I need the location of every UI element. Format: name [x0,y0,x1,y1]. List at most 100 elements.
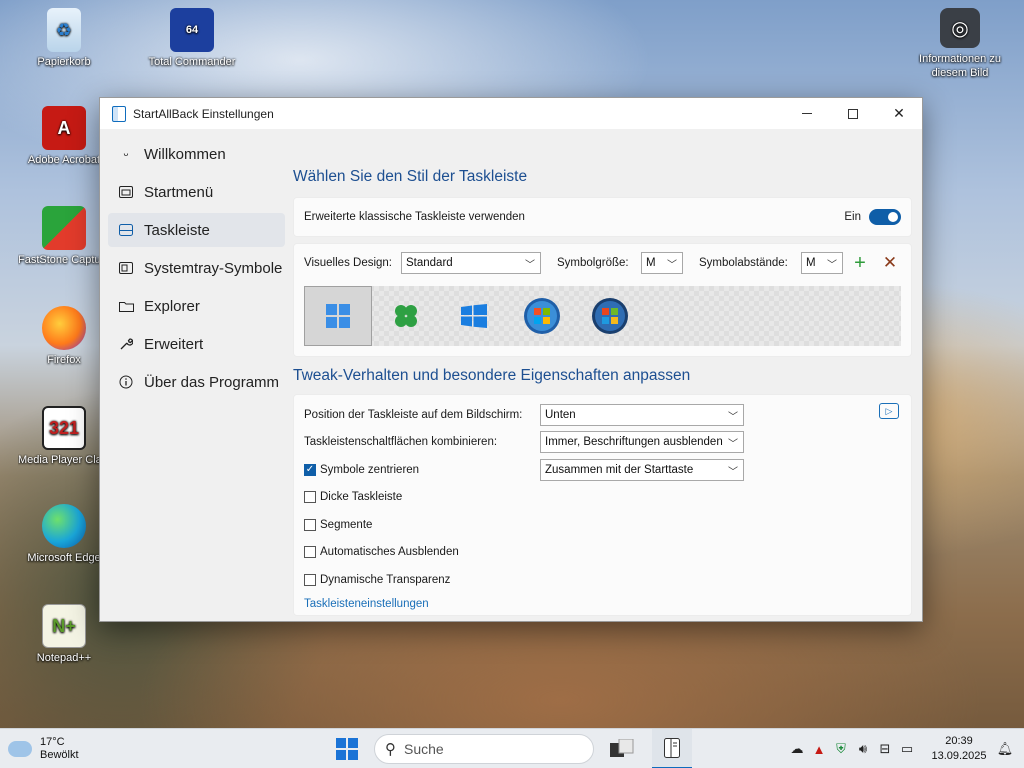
video-help-button[interactable]: ▷ [879,403,899,419]
notification-bell-icon[interactable]: 🔔︎ [994,741,1016,757]
style-option-vista[interactable] [576,286,644,346]
sidebar-item-taskleiste[interactable]: Taskleiste [108,213,285,247]
close-icon: ✕ [882,253,898,272]
sidebar-item-systemtray[interactable]: Systemtray-Symbole [108,251,285,285]
desktop-icon-label: Total Commander [148,56,236,68]
chevron-down-icon: ﹀ [827,260,837,271]
desktop-icon-firefox[interactable]: Firefox [18,306,110,366]
desktop-icon-image-info[interactable]: ◎ Informationen zu diesem Bild [914,8,1006,80]
display-icon[interactable]: ▭ [896,741,918,757]
autohide-checkbox[interactable] [304,546,316,559]
volume-icon[interactable]: 🔊︎ [852,741,874,757]
sidebar-item-ueber[interactable]: Über das Programm [108,365,285,399]
close-button[interactable]: ✕ [876,98,922,129]
icon-size-select[interactable]: M ﹀ [641,252,683,274]
visual-design-select[interactable]: Standard ﹀ [401,252,541,274]
icon-spacing-select[interactable]: M ﹀ [801,252,843,274]
segments-checkbox[interactable] [304,518,316,531]
center-icons-checkbox[interactable]: ✓ [304,463,316,476]
vista-orb-icon [592,298,628,334]
sidebar-item-erweitert[interactable]: Erweitert [108,327,285,361]
desktop-icon-recycle-bin[interactable]: ♻ Papierkorb [18,8,110,68]
center-mode-value: Zusammen mit der Starttaste [545,463,694,476]
desktop-icon-label: Firefox [47,354,81,366]
combine-select[interactable]: Immer, Beschriftungen ausblenden ﹀ [540,431,744,454]
weather-widget[interactable]: 17°C Bewölkt [8,736,208,762]
style-option-windows10[interactable] [440,286,508,346]
weather-description: Bewölkt [40,748,79,761]
center-mode-select[interactable]: Zusammen mit der Starttaste ﹀ [540,458,744,481]
start-button[interactable] [336,738,358,760]
taskbar-settings-link[interactable]: Taskleisteneinstellungen [304,598,901,610]
center-icons-label: Symbole zentrieren [320,463,420,476]
icon-size-label: Symbolgröße: [557,257,629,269]
minimize-button[interactable] [784,98,830,129]
style-option-windows7[interactable] [508,286,576,346]
desktop-icon-label: Notepad++ [36,652,92,664]
clock[interactable]: 20:39 13.09.2025 [924,734,994,764]
thick-taskbar-label: Dicke Taskleiste [320,491,403,504]
classic-taskbar-label: Erweiterte klassische Taskleiste verwend… [304,211,525,223]
window-titlebar[interactable]: StartAllBack Einstellungen ✕ [100,98,922,129]
desktop-icon-adobe-acrobat[interactable]: A Adobe Acrobat [18,106,110,166]
sidebar-item-label: Startmenü [144,183,214,201]
chevron-down-icon: ﹀ [728,439,738,451]
icon-size-value: M [646,257,656,269]
toggle-state-label: Ein [844,211,861,223]
sidebar-item-explorer[interactable]: Explorer [108,289,285,323]
startallback-app-icon [112,105,126,122]
remove-button[interactable]: ✕ [879,252,901,274]
security-shield-icon[interactable]: ⛨ [830,741,852,757]
sidebar-item-startmenu[interactable]: Startmenü [108,175,285,209]
design-card: Visuelles Design: Standard ﹀ Symbolgröße… [293,243,912,357]
chevron-down-icon: ﹀ [667,260,677,271]
task-view-icon [610,739,634,757]
sidebar-item-label: Taskleiste [144,221,210,239]
combine-value: Immer, Beschriftungen ausblenden [545,436,723,449]
style-option-clover[interactable] [372,286,440,346]
desktop-icon-label: Papierkorb [37,56,91,68]
windows10-logo-icon [461,304,487,328]
desktop-icon-total-commander[interactable]: 64 Total Commander [146,8,238,68]
classic-taskbar-toggle[interactable] [869,209,901,225]
firefox-icon [42,306,86,350]
search-placeholder: Suche [404,741,444,757]
maximize-button[interactable] [830,98,876,129]
combine-label: Taskleistenschaltflächen kombinieren: [304,436,498,449]
sidebar-item-label: Systemtray-Symbole [144,259,283,277]
sidebar-item-willkommen[interactable]: ᵕ Willkommen [108,137,285,171]
close-icon: ✕ [893,105,905,121]
position-select[interactable]: Unten ﹀ [540,403,744,426]
edge-icon [42,504,86,548]
info-icon [118,374,134,390]
style-option-windows11[interactable] [304,286,372,346]
position-value: Unten [545,408,576,421]
classic-taskbar-card: Erweiterte klassische Taskleiste verwend… [293,197,912,237]
clock-time: 20:39 [945,735,973,747]
main-panel: Wählen Sie den Stil der Taskleiste Erwei… [293,129,922,621]
search-box[interactable]: ⚲ Suche [374,734,594,764]
cloud-sync-icon[interactable]: ☁ [786,741,808,757]
desktop-icon-media-player-classic[interactable]: 321 Media Player Classic [18,406,110,466]
startmenu-icon [118,184,134,200]
system-tray: ☁ ▲ ⛨ 🔊︎ ⊟ ▭ 20:39 13.09.2025 🔔︎ [786,729,1024,768]
notepadpp-icon: N+ [42,604,86,648]
lock-icon[interactable]: ⊟ [874,741,896,757]
section-heading-tweak: Tweak-Verhalten und besondere Eigenschaf… [293,367,691,384]
section-heading-style: Wählen Sie den Stil der Taskleiste [293,168,528,185]
dynamic-transparency-checkbox[interactable] [304,573,316,586]
icon-spacing-label: Symbolabstände: [699,257,788,269]
add-button[interactable]: + [849,252,871,274]
clock-date: 13.09.2025 [931,750,987,762]
faststone-icon [42,206,86,250]
desktop-icon-edge[interactable]: Microsoft Edge [18,504,110,564]
taskbar-app-task-view[interactable] [608,735,636,763]
icon-spacing-value: M [806,257,816,269]
taskbar-app-startallback[interactable] [652,729,692,768]
thick-taskbar-checkbox[interactable] [304,491,316,504]
desktop-icon-notepadpp[interactable]: N+ Notepad++ [18,604,110,664]
acrobat-tray-icon[interactable]: ▲ [808,742,830,757]
maximize-icon [848,108,858,119]
desktop-icon-faststone[interactable]: FastStone Capture [18,206,110,266]
window-title: StartAllBack Einstellungen [133,106,274,121]
